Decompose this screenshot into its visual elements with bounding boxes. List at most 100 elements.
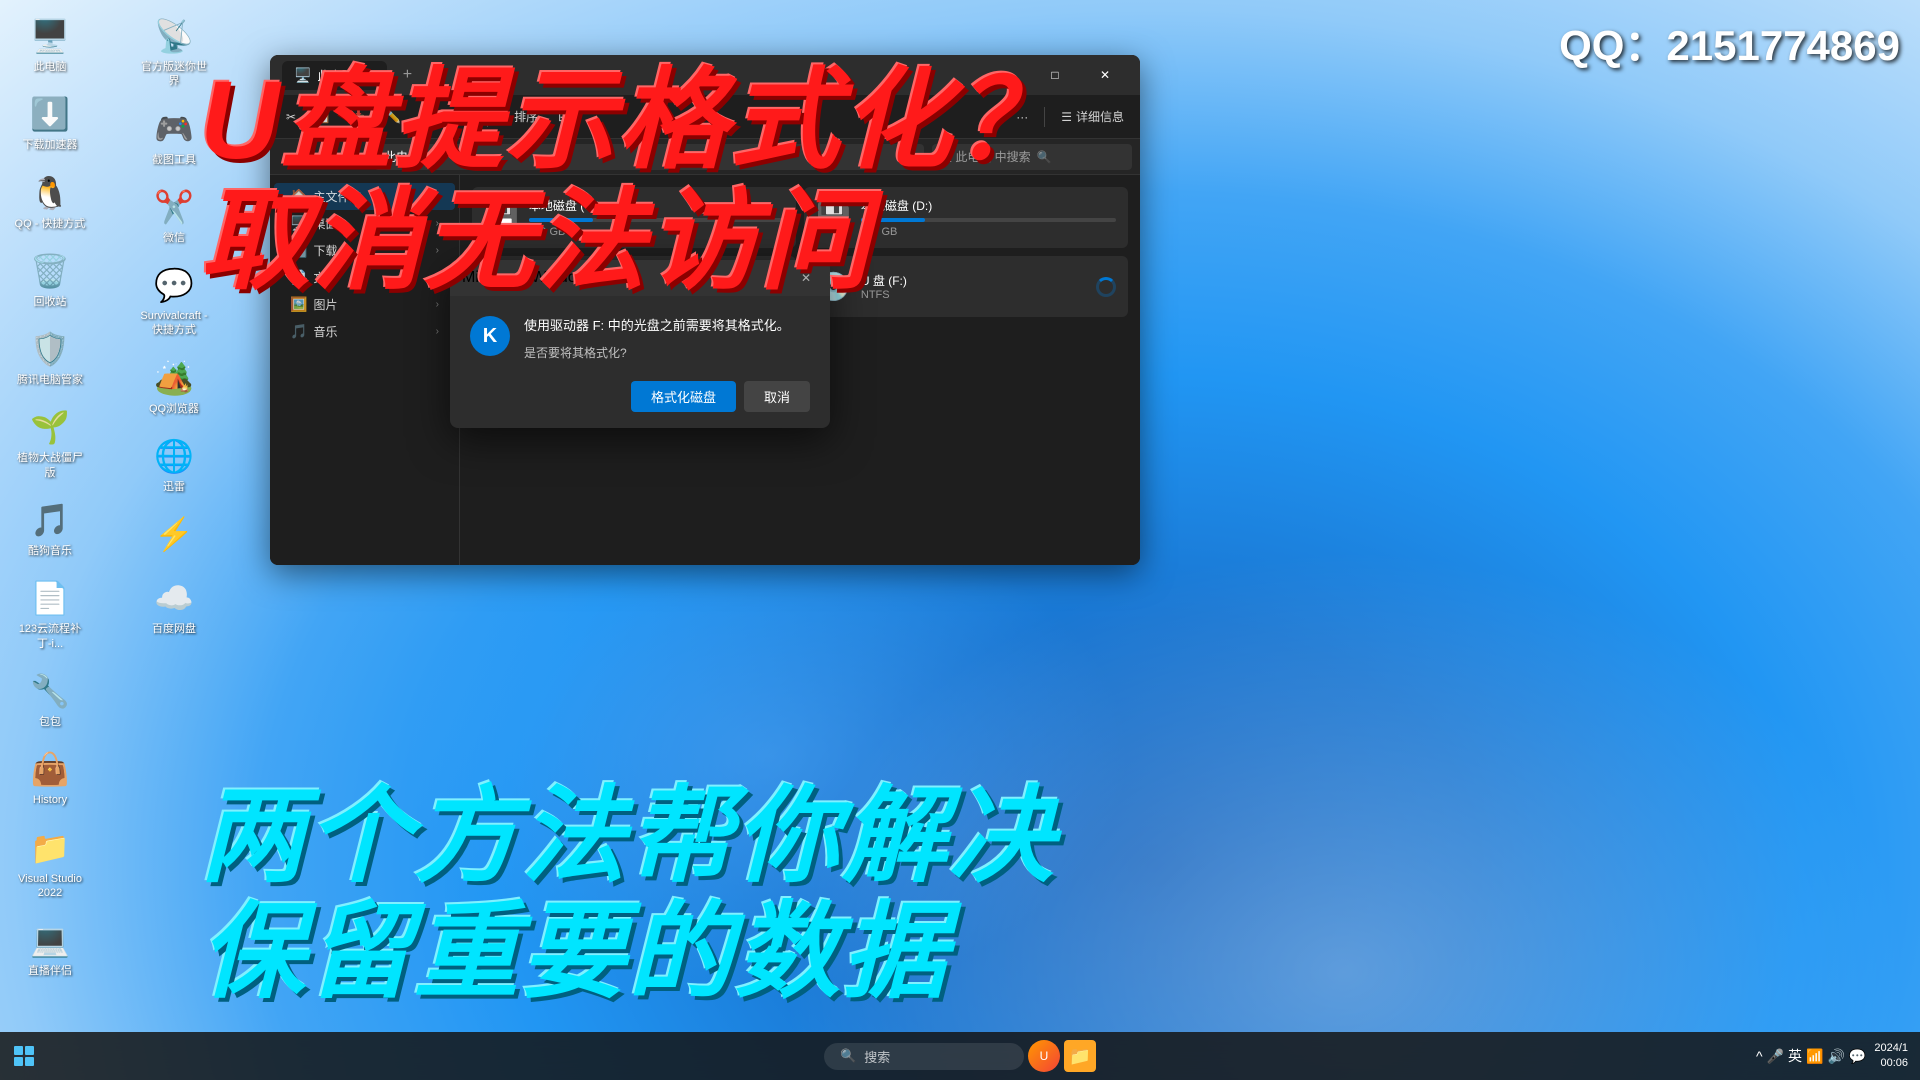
desktop-icon-downloader[interactable]: ⬇️ 下载加速器 [10,88,90,158]
desktop-icon-jietutools[interactable]: ✂️ 微信 [134,181,214,251]
desktop-icon-helper[interactable]: 🔧 包包 [10,665,90,735]
search-placeholder: 在 此电脑 中搜索 [940,148,1031,165]
format-disk-button[interactable]: 格式化磁盘 [631,381,736,412]
tab-close-button[interactable]: ✕ [359,67,375,83]
home-icon: 🏠 [290,188,307,205]
usb-name: U 盘 (F:) [861,272,1086,289]
drive-d-size: 119 GB [861,226,1116,238]
desktop-icon-recycle[interactable]: 🗑️ 回收站 [10,245,90,315]
desktop-icon-qqmusic[interactable]: 🎵 酷狗音乐 [10,494,90,564]
drive-d-bar [861,218,1116,222]
datetime-date: 2024/1 [1874,1041,1908,1056]
desktop-icon-survival[interactable]: 🏕️ QQ浏览器 [134,352,214,422]
toolbar-cut[interactable]: ✂ [278,101,304,133]
usb-info: U 盘 (F:) NTFS [861,272,1086,301]
downloader-icon: ⬇️ [30,94,70,134]
toolbar-more[interactable]: ··· [1008,101,1036,133]
desktop-icon-weixin[interactable]: 💬 Survivalcraft - 快捷方式 [134,259,214,344]
dialog-button-area: 格式化磁盘 取消 [450,381,830,428]
toolbar-copy[interactable]: 📋 [308,101,339,133]
dialog-close-button[interactable]: ✕ [794,266,818,290]
system-datetime[interactable]: 2024/1 00:06 [1874,1041,1908,1072]
explorer-tab[interactable]: 🖥️ 此电脑 ✕ [282,61,387,90]
survival-label: QQ浏览器 [149,402,199,416]
tab-label: 此电脑 [317,67,353,84]
explorer-addressbar: ‹ › ↑ 此电脑 在 此电脑 中搜索 🔍 [270,139,1140,175]
xunlei-icon: ⚡ [154,514,194,554]
start-button[interactable] [0,1032,48,1080]
tray-expand-icon[interactable]: ^ [1756,1048,1763,1064]
sidebar-pictures-label: 图片 [313,296,337,313]
survival-icon: 🏕️ [154,358,194,398]
drive-d[interactable]: 💾 本地磁盘 (D:) 119 GB [804,187,1128,248]
drive-c[interactable]: 💾 本地磁盘 (C:) 119 GB [472,187,796,248]
taskbar-center: 🔍 搜索 U 📁 [824,1040,1096,1072]
qqbrowser-label: 迅雷 [163,480,185,494]
sidebar-item-home[interactable]: 🏠 主文件夹 › [274,183,455,210]
minimize-button[interactable]: — [982,59,1028,91]
sidebar-home-label: 主文件夹 [313,188,361,205]
desktop-icon-minigame[interactable]: 🎮 截图工具 [134,103,214,173]
drive-c-fill [529,218,593,222]
sidebar-item-desktop[interactable]: 🖥️ 桌面 › [274,210,455,237]
address-text: 此电脑 [384,148,420,165]
search-box[interactable]: 在 此电脑 中搜索 🔍 [932,144,1132,170]
datetime-time: 00:06 [1874,1056,1908,1071]
desktop-icon-qq[interactable]: 🐧 QQ - 快捷方式 [10,167,90,237]
weixin-icon: 💬 [154,265,194,305]
sort-icon: ↕ [504,110,510,124]
desktop-icon-zhijian[interactable]: 📡 官方版迷你世界 [134,10,214,95]
sidebar-item-music[interactable]: 🎵 音乐 › [274,318,455,345]
taskbar-search[interactable]: 🔍 搜索 [824,1043,1024,1070]
windows-logo [14,1046,34,1066]
desktop-icon-vs[interactable]: 💻 直播伴侣 [10,914,90,984]
address-bar[interactable]: 此电脑 [374,144,924,170]
sidebar-item-docs[interactable]: 📄 文档 › [274,264,455,291]
recycle-label: 回收站 [34,295,67,309]
up-button[interactable]: ↑ [342,145,366,169]
drive-d-name: 本地磁盘 (D:) [861,197,1116,214]
desktop-icon-qqsec[interactable]: 🛡️ 腾讯电脑管家 [10,323,90,393]
tray-lang-indicator[interactable]: 英 [1788,1046,1802,1066]
chevron-icon2: › [436,218,439,229]
desktop-icon-pc[interactable]: 🖥️ 此电脑 [10,10,90,80]
tray-wifi-icon[interactable]: 📶 [1806,1048,1823,1065]
win-quad-4 [25,1057,34,1066]
toolbar-view[interactable]: ⊞ [550,101,576,133]
toolbar-sort[interactable]: ↕ 排序 [496,101,546,133]
cancel-button[interactable]: 取消 [744,381,810,412]
toolbar-share[interactable]: 📤 [413,101,444,133]
chevron-icon5: › [436,299,439,310]
drive-c-bar [529,218,784,222]
tray-message-icon[interactable]: 💬 [1849,1048,1866,1065]
recycle-icon: 🗑️ [30,251,70,291]
desktop-icon-office[interactable]: 📄 123云流程补丁-i... [10,572,90,657]
forward-button[interactable]: › [310,145,334,169]
taskbar-file-manager[interactable]: 📁 [1064,1040,1096,1072]
desktop-icon-xunlei[interactable]: ⚡ [134,508,214,564]
details-icon: ☰ [1061,110,1072,124]
toolbar-rename[interactable]: ✏️ [378,101,409,133]
desktop-icon-bag[interactable]: 👜 History [10,743,90,813]
drive-usb[interactable]: 💿 U 盘 (F:) NTFS [804,256,1128,317]
desktop-icon-baidu[interactable]: ☁️ 百度网盘 [134,572,214,642]
toolbar-details[interactable]: ☰ 详细信息 [1053,101,1132,133]
back-button[interactable]: ‹ [278,145,302,169]
new-tab-button[interactable]: + [395,63,419,87]
close-button[interactable]: ✕ [1082,59,1128,91]
sidebar-item-download[interactable]: ⬇️ 下载 › [274,237,455,264]
desktop-icon-qqbrowser[interactable]: 🌐 迅雷 [134,430,214,500]
tray-mic-icon[interactable]: 🎤 [1767,1048,1784,1065]
desktop-icon-plants[interactable]: 🌱 植物大战僵尸版 [10,401,90,486]
toolbar-paste[interactable]: 📥 [343,101,374,133]
toolbar-delete[interactable]: 🗑 [448,101,479,133]
sidebar-item-pictures[interactable]: 🖼️ 图片 › [274,291,455,318]
qqmusic-icon: 🎵 [30,500,70,540]
pictures-icon: 🖼️ [290,296,307,313]
system-tray-icons: ^ 🎤 英 📶 🔊 💬 [1756,1046,1866,1066]
tray-volume-icon[interactable]: 🔊 [1827,1048,1844,1065]
chevron-icon3: › [436,245,439,256]
desktop-icon-history[interactable]: 📁 Visual Studio 2022 [10,822,90,907]
maximize-button[interactable]: □ [1032,59,1078,91]
desktop-sidebar-icon: 🖥️ [290,215,307,232]
